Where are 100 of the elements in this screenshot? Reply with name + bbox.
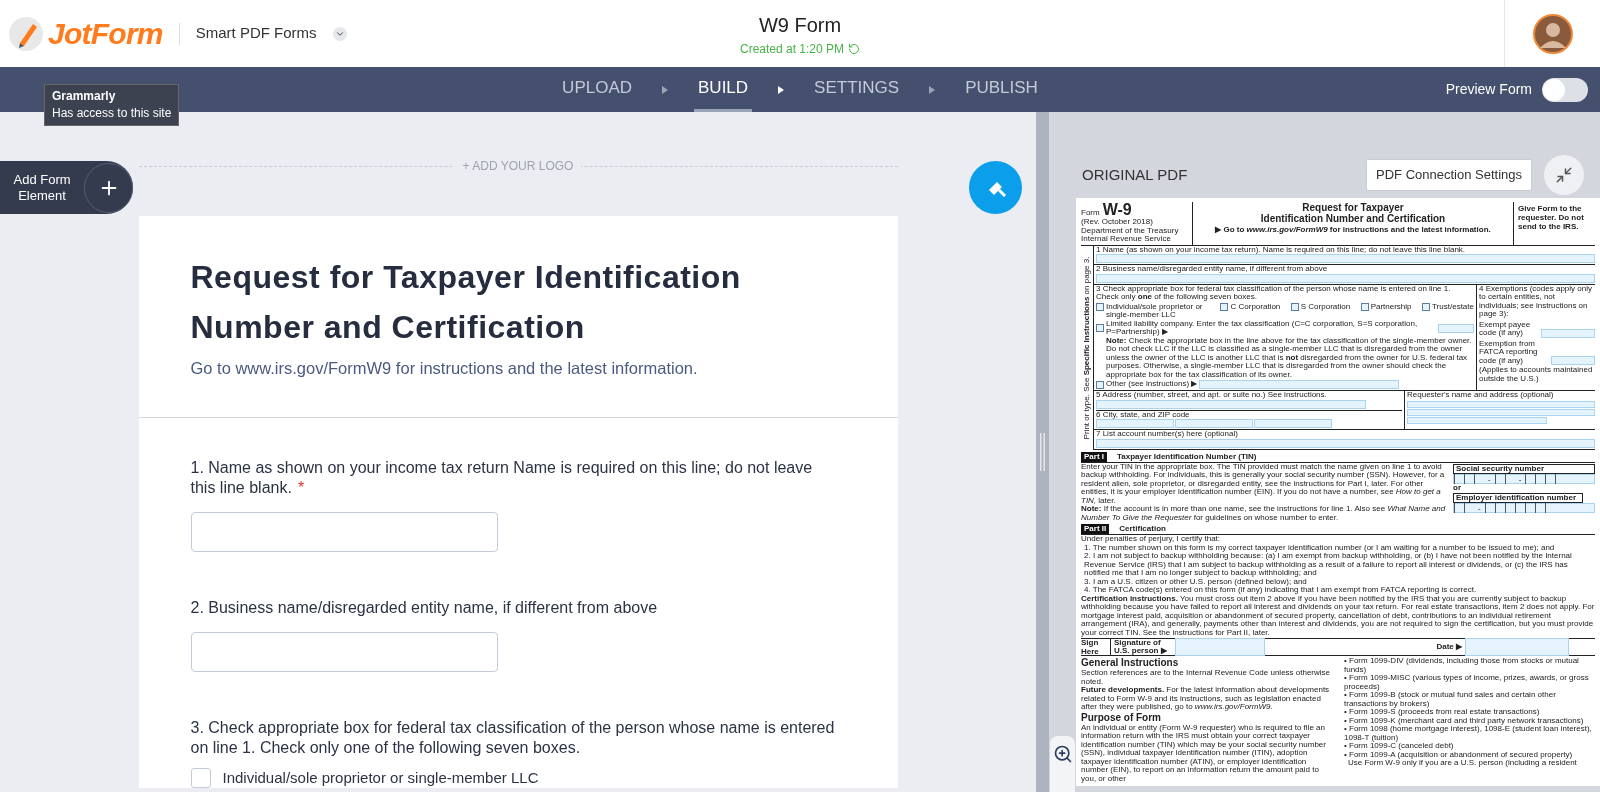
avatar[interactable] bbox=[1532, 13, 1573, 54]
zip-field[interactable] bbox=[1254, 419, 1332, 428]
form-title[interactable]: W9 Form bbox=[758, 9, 842, 40]
note-text: Note: Check the appropriate box in the line above for the tax classification of the single-member owner. Do not check LLC if the LLC is classified as a single-member LLC that is disregarded from the owner unless the owner of the LLC is another LLC that is not disregarded from the owner for U.S. federal tax purposes. Otherwise, a single-member LLC that is disregarded from the owner should check the appropriate box for the tax classification of its owner. bbox=[1105, 336, 1473, 379]
state-field[interactable] bbox=[1175, 419, 1253, 428]
name-field[interactable] bbox=[1096, 254, 1595, 263]
zoom-in-button[interactable] bbox=[1050, 736, 1075, 792]
exemptions-label: 4 Exemptions (codes apply only to certain entities, not individuals; see instructions on page 3): bbox=[1479, 284, 1593, 319]
bullet-item: • Form 1099-K (merchant card and third party network transactions) bbox=[1344, 716, 1584, 725]
add-element-button[interactable]: Add Form Element bbox=[0, 161, 133, 214]
certification-item: 3. I am a U.S. citizen or other U.S. person (defined below); and bbox=[1083, 577, 1308, 586]
checkbox[interactable] bbox=[1220, 302, 1229, 311]
step-tab[interactable]: UPLOAD bbox=[558, 67, 637, 112]
ein-field[interactable]: - bbox=[1453, 503, 1595, 513]
preview-label: Preview Form bbox=[1445, 80, 1532, 99]
checkbox[interactable] bbox=[1422, 302, 1431, 311]
separator-text: - bbox=[1487, 474, 1492, 484]
instruction-paragraph: Enter your TIN in the appropriate box. The TIN provided must match the name given on line 1 to avoid backup withholding. For individuals, this is generally your social security number (SSN). However, for a resident alien, sole proprietor, or disregarded entity, see the instructions for Part I, later. For other entities, it is your employer identification number (EIN). If you do not have a number, see How to get a TIN, later. bbox=[1081, 462, 1446, 505]
caret-icon bbox=[778, 85, 785, 94]
bullet-item: • Form 1099-DIV (dividends, including those from stocks or mutual funds) bbox=[1344, 657, 1580, 674]
form-title: Request for Taxpayer bbox=[1302, 202, 1404, 213]
requester-field[interactable] bbox=[1407, 408, 1595, 416]
note-paragraph: Note: If the account is in more than one name, see the instructions for line 1. Also see What Name and Number To Give the Requester for guidelines on whose number to enter. bbox=[1081, 505, 1447, 522]
caret-icon bbox=[662, 85, 669, 94]
tax-class-field[interactable] bbox=[1438, 323, 1474, 333]
step-tab[interactable]: PUBLISH bbox=[961, 67, 1042, 112]
agency-text: Department of the Treasury bbox=[1081, 226, 1180, 235]
separator-text: - bbox=[1477, 503, 1482, 513]
sign-here-label: Sign Here bbox=[1081, 638, 1111, 656]
preview-toggle[interactable] bbox=[1542, 77, 1588, 102]
instruction-text: ▶ Go to www.irs.gov/FormW9 for instructions and the latest information. bbox=[1215, 224, 1491, 236]
dropdown-button[interactable] bbox=[332, 26, 347, 41]
paragraph: Future developments. For the latest information about developments related to Form W-9 and its instructions, such as legislation enacted after they were published, go to www.irs.gov/FormW9. bbox=[1081, 686, 1331, 712]
address-field[interactable] bbox=[1096, 399, 1366, 409]
field-label: 7 List account number(s) here (optional) bbox=[1093, 430, 1595, 439]
business-name-field[interactable] bbox=[1096, 273, 1595, 283]
checkbox-label: Partnership bbox=[1370, 302, 1412, 311]
product-name[interactable]: Smart PDF Forms bbox=[195, 22, 317, 45]
field-label: 5 Address (number, street, and apt. or suite no.) See instructions. bbox=[1096, 391, 1328, 400]
separator-text: - bbox=[1517, 474, 1523, 484]
form-heading: Request for Taxpayer Identification Number and Certification bbox=[190, 258, 742, 347]
text-input-field[interactable] bbox=[190, 631, 498, 672]
checkbox[interactable] bbox=[1096, 302, 1104, 311]
paragraph: Use Form W-9 only if you are a U.S. person (including a resident bbox=[1347, 759, 1578, 768]
signature-field[interactable] bbox=[1175, 638, 1265, 656]
city-field[interactable] bbox=[1096, 419, 1174, 428]
part-title: Taxpayer Identification Number (TIN) bbox=[1117, 451, 1257, 462]
bullet-item: • Form 1099-C (canceled debt) bbox=[1344, 742, 1454, 750]
date-field[interactable] bbox=[1465, 638, 1569, 656]
field-label: 2 Business name/disregarded entity name, if different from above bbox=[1093, 265, 1595, 274]
certification-item: 4. The FATCA code(s) entered on this form (if any) indicating that I am exempt from FATCA reporting is correct. bbox=[1083, 586, 1478, 594]
agency-text: Internal Revenue Service bbox=[1081, 235, 1171, 244]
revision-text: (Rev. October 2018) bbox=[1081, 218, 1153, 226]
field-label: 3 Check appropriate box for federal tax classification of the person whose name is entered on line 1. Check only one of the following seven boxes. bbox=[1096, 284, 1452, 302]
bullet-item: • Form 1098 (home mortgage interest), 1098-E (student loan interest), 1098-T (tuition) bbox=[1344, 725, 1593, 742]
part-tag: Part I bbox=[1081, 451, 1107, 462]
checkbox-label: Other (see instructions) ▶ bbox=[1106, 380, 1198, 389]
field-label: Exempt payee code (if any) bbox=[1479, 320, 1532, 338]
side-note: Print or type. See Specific Instructions on page 3. bbox=[1081, 256, 1092, 439]
option-label: Individual/sole proprietor or single-member LLC bbox=[222, 768, 539, 787]
ssn-field[interactable]: - - bbox=[1453, 474, 1595, 484]
collapse-button[interactable] bbox=[1544, 155, 1584, 195]
question-label: 1. Name as shown on your income tax return Name is required on this line; do not leave this line blank. * bbox=[190, 457, 814, 498]
account-number-field[interactable] bbox=[1096, 438, 1595, 448]
give-form-note: Give Form to the requester. Do not send to the IRS. bbox=[1518, 204, 1585, 231]
question-label: 3. Check appropriate box for federal tax classification of the person whose name is entered on line 1. Check only one of the following seven boxes. bbox=[190, 717, 836, 758]
pdf-connection-button[interactable]: PDF Connection Settings bbox=[1366, 159, 1532, 191]
form-title: Identification Number and Certification bbox=[1260, 213, 1446, 224]
bullet-item: • Form 1099-MISC (various types of income, prizes, awards, or gross proceeds) bbox=[1344, 674, 1590, 691]
form-number: W-9 bbox=[1102, 202, 1132, 218]
requester-field[interactable] bbox=[1407, 400, 1595, 408]
section-heading: Purpose of Form bbox=[1081, 711, 1162, 723]
revert-icon[interactable] bbox=[848, 42, 861, 55]
form-subtitle: Go to www.irs.gov/FormW9 for instructions and the latest information. bbox=[190, 358, 699, 379]
exempt-payee-field[interactable] bbox=[1541, 328, 1595, 338]
drag-handle-icon[interactable] bbox=[1040, 433, 1045, 471]
fatca-field[interactable] bbox=[1551, 356, 1595, 365]
bullet-item: • Form 1099-B (stock or mutual fund sales and certain other transactions by brokers) bbox=[1344, 691, 1557, 708]
panel-heading: ORIGINAL PDF bbox=[1082, 164, 1189, 185]
checkbox-label: S Corporation bbox=[1300, 302, 1351, 311]
text-input-field[interactable] bbox=[190, 511, 498, 552]
field-label: Requester's name and address (optional) bbox=[1407, 391, 1555, 400]
checkbox[interactable] bbox=[1360, 302, 1369, 311]
tooltip-text: Has access to this site bbox=[52, 105, 172, 122]
other-field[interactable] bbox=[1199, 380, 1400, 389]
checkbox[interactable] bbox=[1096, 324, 1104, 332]
checkbox[interactable] bbox=[1096, 380, 1104, 389]
requester-field[interactable] bbox=[1407, 416, 1547, 424]
certification-item: 2. I am not subject to backup withholding because: (a) I am exempt from backup withholding, or (b) I have not been notified by the Internal Revenue Service (IRS) that I am subject to backup withholding as a result of a failure to report all interest or dividends, or (c) the IRS has notified me that I am no longer subject to backup withholding; and bbox=[1083, 552, 1573, 577]
date-label: Date ▶ bbox=[1436, 641, 1462, 653]
paint-brush-button[interactable] bbox=[969, 161, 1022, 214]
ssn-label: Social security number bbox=[1453, 463, 1595, 474]
checkbox[interactable] bbox=[190, 767, 211, 788]
paragraph: An individual or entity (Form W-9 requester) who is required to file an information return with the IRS must obtain your correct taxpayer identification number (TIN) which may be your social security number (SSN), individual taxpayer identification number (ITIN), adoption taxpayer identification number (ATIN), or employer identification number (EIN), to report on an information return the amount paid to you, or other bbox=[1081, 723, 1327, 783]
or-text: or bbox=[1453, 484, 1462, 493]
checkbox[interactable] bbox=[1290, 302, 1299, 311]
checkbox-label: Trust/estate bbox=[1432, 302, 1474, 311]
step-tab[interactable]: SETTINGS bbox=[810, 67, 904, 112]
ein-label: Employer identification number bbox=[1453, 492, 1583, 503]
instruction-paragraph: Certification instructions. You must cross out item 2 above if you have been notified by the IRS that you are currently subject to backup withholding because you have failed to report all interest and dividends on your tax return. For real estate transactions, item 2 does not apply. For mortgage interest paid, acquisition or abandonment of secured property, cancellation of debt, contributions to an individual retirement arrangement (IRA), and generally, payments other than interest and dividends, you are not required to sign the certification, but you must provide your correct TIN. See the instructions for Part II, later. bbox=[1081, 594, 1595, 637]
